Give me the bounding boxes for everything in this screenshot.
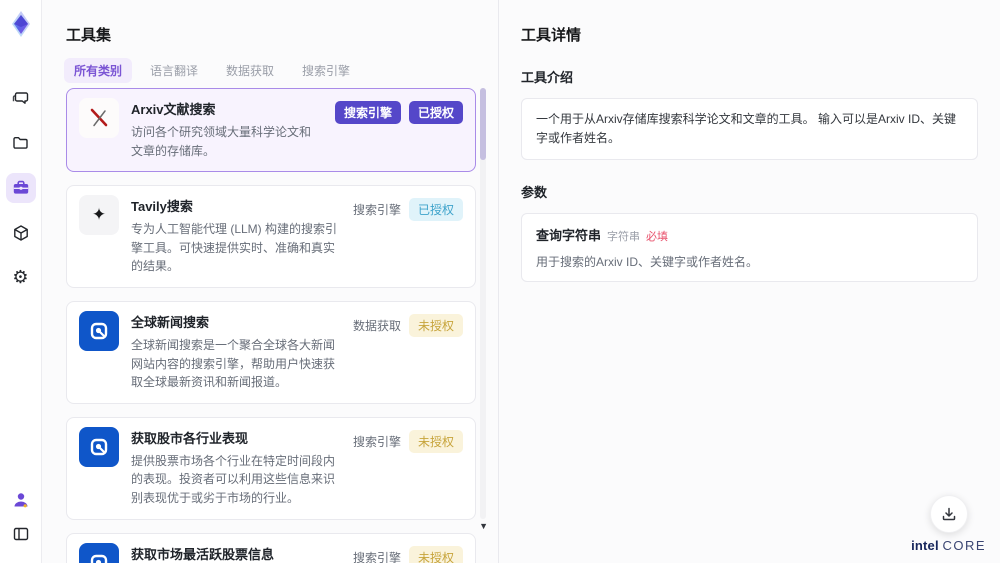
panel-divider [498, 0, 499, 563]
list-scrollbar[interactable] [480, 88, 486, 519]
category-badge: 搜索引擎 [352, 434, 401, 449]
toolbox-icon[interactable] [5, 173, 36, 203]
tool-description: 访问各个研究领域大量科学论文和文章的存储库。 [131, 125, 312, 158]
tool-card[interactable]: 获取市场最活跃股票信息 提供当天交易量最高的股票列表，投资者可以利用这些信息来识… [66, 532, 476, 563]
category-badge: 数据获取 [352, 318, 401, 333]
news-icon [79, 542, 119, 563]
tool-name: 全球新闻搜索 [131, 314, 210, 330]
tool-name: Tavily搜索 [131, 199, 193, 215]
rail-nav: ⚙ [5, 83, 36, 293]
param-required-flag: 必填 [646, 231, 669, 244]
param-box: 查询字符串 字符串 必填 用于搜索的Arxiv ID、关键字或作者姓名。 [521, 213, 978, 283]
panel-toggle-icon[interactable] [6, 519, 36, 549]
scrollbar-down-arrow[interactable]: ▼ [479, 522, 488, 531]
tab-language-translation[interactable]: 语言翻译 [140, 58, 208, 83]
rail-bottom [6, 485, 36, 563]
left-rail: ⚙ [0, 0, 42, 563]
param-description: 用于搜索的Arxiv ID、关键字或作者姓名。 [536, 255, 759, 270]
auth-status-badge: 未授权 [408, 545, 463, 563]
tool-list-panel: 工具集 所有类别 语言翻译 数据获取 搜索引擎 Arxiv文献搜索 访问各个研究… [42, 0, 498, 563]
tool-card-list: Arxiv文献搜索 访问各个研究领域大量科学论文和文章的存储库。 搜索引擎 已授… [66, 88, 476, 563]
arxiv-icon [79, 98, 119, 138]
tool-description: 全球新闻搜索是一个聚合全球各大新闻网站内容的搜索引擎，帮助用户快速获取全球最新资… [131, 337, 336, 390]
category-badge: 搜索引擎 [352, 550, 401, 563]
scrollbar-thumb[interactable] [480, 88, 486, 160]
tab-data-acquisition[interactable]: 数据获取 [216, 58, 284, 83]
download-icon [942, 507, 955, 521]
tool-description: 提供股票市场各个行业在特定时间段内的表现。投资者可以利用这些信息来识别表现优于或… [131, 453, 336, 505]
user-icon[interactable] [6, 485, 36, 515]
news-icon [79, 426, 119, 467]
intro-box: 一个用于从Arxiv存储库搜索科学论文和文章的工具。 输入可以是Arxiv ID… [521, 98, 978, 161]
tool-detail-panel: 工具详情 工具介绍 一个用于从Arxiv存储库搜索科学论文和文章的工具。 输入可… [499, 0, 1000, 563]
param-type: 字符串 [607, 231, 641, 244]
tool-card[interactable]: ✦ Tavily搜索 专为人工智能代理 (LLM) 构建的搜索引擎工具。可快速提… [66, 185, 476, 288]
tool-name: 获取股市各行业表现 [131, 430, 249, 446]
intro-text: 一个用于从Arxiv存储库搜索科学论文和文章的工具。 输入可以是Arxiv ID… [536, 112, 957, 146]
folder-icon[interactable] [6, 128, 36, 158]
tool-card[interactable]: Arxiv文献搜索 访问各个研究领域大量科学论文和文章的存储库。 搜索引擎 已授… [66, 88, 476, 173]
download-button[interactable] [929, 495, 968, 533]
app-logo [6, 9, 36, 39]
category-badge: 搜索引擎 [352, 203, 401, 218]
cube-icon[interactable] [6, 218, 36, 248]
auth-status-badge: 未授权 [408, 313, 463, 337]
chat-icon[interactable] [6, 83, 36, 113]
settings-icon[interactable]: ⚙ [6, 263, 36, 293]
param-name: 查询字符串 [536, 228, 602, 244]
detail-title: 工具详情 [521, 27, 582, 44]
tool-name: Arxiv文献搜索 [131, 102, 216, 117]
intel-core-logo: intel core [911, 538, 986, 553]
tab-search-engine[interactable]: 搜索引擎 [292, 58, 360, 83]
auth-status-badge: 已授权 [408, 101, 463, 124]
tool-name: 获取市场最活跃股票信息 [131, 546, 275, 562]
tool-card[interactable]: 全球新闻搜索 全球新闻搜索是一个聚合全球各大新闻网站内容的搜索引擎，帮助用户快速… [66, 300, 476, 404]
category-badge: 搜索引擎 [334, 101, 401, 124]
category-tabs: 所有类别 语言翻译 数据获取 搜索引擎 [64, 58, 360, 83]
news-icon [79, 310, 119, 351]
auth-status-badge: 未授权 [408, 429, 463, 453]
star-icon: ✦ [79, 195, 119, 236]
params-heading: 参数 [521, 185, 548, 201]
tool-description: 专为人工智能代理 (LLM) 构建的搜索引擎工具。可快速提供实时、准确和真实的结… [131, 222, 338, 274]
page-title: 工具集 [66, 27, 112, 44]
intro-heading: 工具介绍 [521, 70, 574, 85]
tool-card[interactable]: 获取股市各行业表现 提供股票市场各个行业在特定时间段内的表现。投资者可以利用这些… [66, 416, 476, 520]
tab-all-categories[interactable]: 所有类别 [64, 58, 133, 83]
auth-status-badge: 已授权 [408, 198, 463, 222]
corner-widgets: intel core [911, 495, 986, 553]
